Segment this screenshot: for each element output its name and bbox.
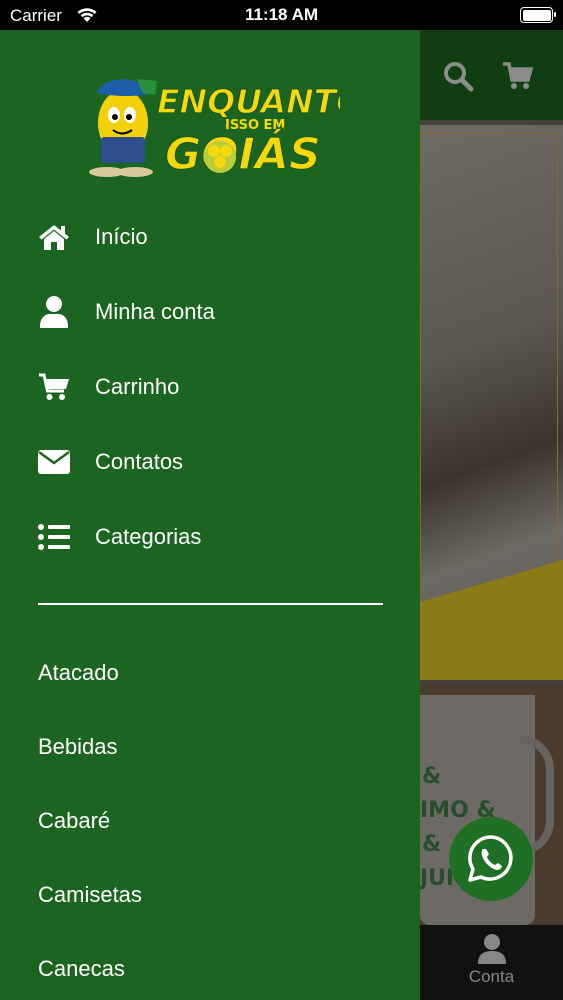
user-icon [38,296,70,328]
envelope-icon [38,446,70,478]
menu-item-label: Carrinho [95,374,180,399]
tab-conta-label: Conta [468,967,515,986]
battery-icon [520,7,556,23]
clock-label: 11:18 AM [244,5,319,24]
menu-item-label: Minha conta [95,299,215,324]
search-icon[interactable] [442,60,474,97]
menu-divider [38,603,383,605]
brand-logo: ENQUANTO ISSO EM GOIÁS [89,79,340,181]
category-item-atacado[interactable]: Atacado [38,653,378,693]
category-item-canecas[interactable]: Canecas [38,949,378,989]
menu-item-label: Contatos [95,449,184,474]
category-item-bebidas[interactable]: Bebidas [38,727,378,767]
tab-conta[interactable]: Conta [420,925,563,1000]
logo-line-1: ENQUANTO [157,82,340,121]
menu-item-label: Categorias [95,524,202,549]
menu-item-categorias[interactable]: Categorias [0,507,420,567]
home-icon [38,221,70,253]
category-item-camisetas[interactable]: Camisetas [38,875,378,915]
list-icon [38,521,70,553]
logo-line-3: GOIÁS [165,127,321,180]
account-tab-icon [477,934,506,964]
cart-icon [38,371,70,403]
navigation-drawer: ENQUANTO ISSO EM GOIÁS Início Minha cont… [0,30,420,1000]
whatsapp-icon [468,835,513,882]
menu-item-contatos[interactable]: Contatos [0,432,420,492]
header-cart-icon[interactable] [502,60,534,97]
whatsapp-button[interactable] [449,817,533,901]
menu-item-label: Início [95,224,148,249]
menu-item-carrinho[interactable]: Carrinho [0,357,420,417]
mug-line: & [422,764,442,789]
status-bar: Carrier 11:18 AM [0,0,563,30]
category-item-cabare[interactable]: Cabaré [38,801,378,841]
menu-item-minha-conta[interactable]: Minha conta [0,282,420,342]
menu-item-inicio[interactable]: Início [0,207,420,267]
